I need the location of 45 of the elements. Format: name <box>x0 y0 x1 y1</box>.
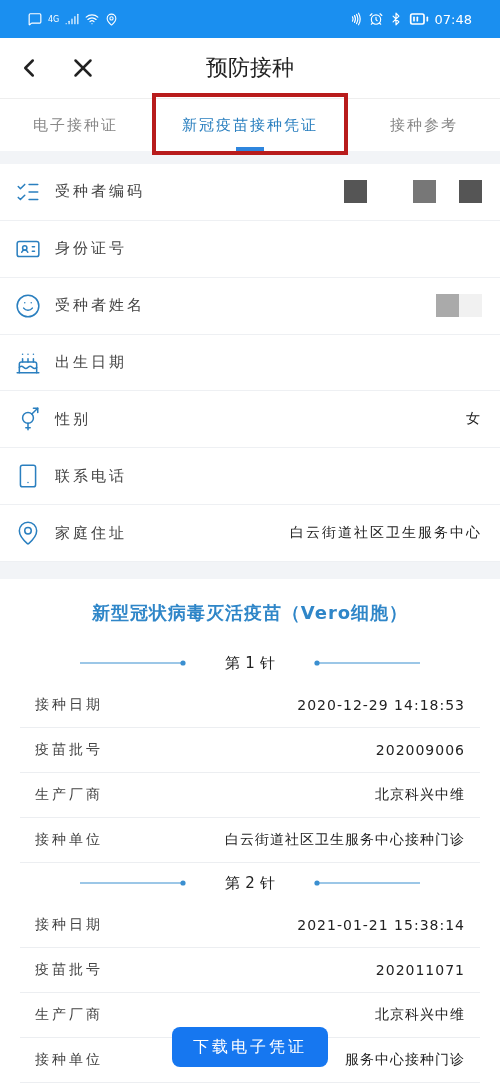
location-icon <box>105 12 119 26</box>
divider-ornament-icon <box>80 879 186 887</box>
record-label: 接种日期 <box>35 916 103 934</box>
record-label: 生产厂商 <box>35 1006 103 1024</box>
record-value: 服务中心接种门诊 <box>345 1051 465 1069</box>
record-label: 疫苗批号 <box>35 741 103 759</box>
field-label: 受种者编码 <box>55 182 146 202</box>
record-value: 202009006 <box>375 742 465 758</box>
record-value: 北京科兴中维 <box>375 786 465 804</box>
record-value: 202011071 <box>375 962 465 978</box>
record-value: 2020-12-29 14:18:53 <box>297 697 465 713</box>
field-value: 白云街道社区卫生服务中心 <box>290 524 482 543</box>
download-button[interactable]: 下载电子凭证 <box>172 1027 328 1067</box>
page-title: 预防接种 <box>206 54 294 82</box>
tab[interactable]: 接种参考 <box>348 99 500 151</box>
dose-heading: 第 2 针 <box>224 873 276 893</box>
field-label: 联系电话 <box>55 466 128 486</box>
field-value: 女 <box>466 410 482 429</box>
signal-icon <box>65 12 80 26</box>
message-icon <box>28 12 42 26</box>
field-label: 性别 <box>55 409 92 429</box>
record-label: 疫苗批号 <box>35 961 103 979</box>
field-label: 家庭住址 <box>55 523 128 543</box>
record-value: 北京科兴中维 <box>375 1006 465 1024</box>
dose-heading: 第 1 针 <box>224 653 276 673</box>
smiley-face-icon <box>15 292 41 319</box>
clock-time: 07:48 <box>434 11 472 27</box>
record-label: 接种日期 <box>35 696 103 714</box>
network-type: 4G <box>48 14 60 24</box>
wifi-icon <box>85 12 100 26</box>
record-label: 生产厂商 <box>35 786 103 804</box>
divider-ornament-icon <box>314 659 420 667</box>
vaccine-title: 新型冠状病毒灭活疫苗（Vero细胞） <box>90 601 410 625</box>
record-value: 白云街道社区卫生服务中心接种门诊 <box>225 831 465 849</box>
record-label: 接种单位 <box>35 1051 103 1069</box>
field-label: 出生日期 <box>55 353 128 372</box>
alarm-icon <box>368 12 383 26</box>
field-label: 受种者姓名 <box>55 296 146 316</box>
record-value: 2021-01-21 15:38:14 <box>297 917 465 933</box>
tab[interactable]: 新冠疫苗接种凭证 <box>151 99 349 151</box>
record-label: 接种单位 <box>35 831 103 849</box>
field-label: 身份证号 <box>55 239 128 259</box>
divider-ornament-icon <box>314 879 420 887</box>
tab[interactable]: 电子接种证 <box>0 99 152 151</box>
divider-ornament-icon <box>80 659 186 667</box>
